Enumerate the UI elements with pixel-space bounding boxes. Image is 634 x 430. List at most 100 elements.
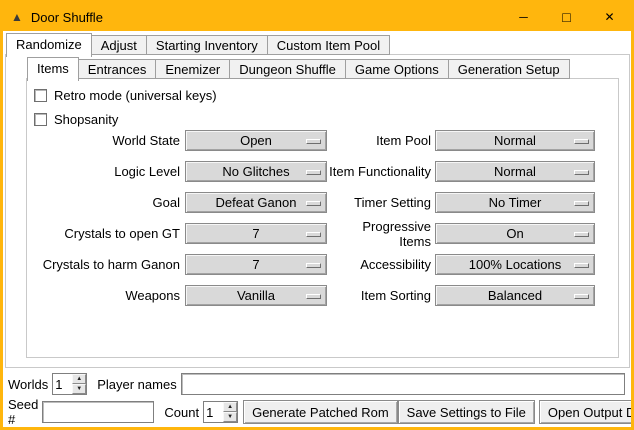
accessibility-dropdown[interactable]: 100% Locations [435, 254, 595, 275]
progressive-items-dropdown[interactable]: On [435, 223, 595, 244]
tab-entrances[interactable]: Entrances [79, 59, 157, 79]
option-row: Weapons Vanilla Item Sorting Balanced [3, 285, 631, 306]
spin-up-button[interactable]: ▲ [72, 374, 86, 384]
option-row: Crystals to harm Ganon 7 Accessibility 1… [3, 254, 631, 275]
item-sorting-value: Balanced [488, 288, 542, 303]
spin-down-icon: ▼ [76, 386, 82, 392]
outer-tab-bar: Randomize Adjust Starting Inventory Cust… [6, 33, 390, 55]
tab-enemizer[interactable]: Enemizer [156, 59, 230, 79]
item-pool-label: Item Pool [327, 133, 431, 148]
minimize-button[interactable]: ─ [502, 3, 545, 31]
world-state-dropdown[interactable]: Open [185, 130, 327, 151]
crystals-harm-ganon-dropdown[interactable]: 7 [185, 254, 327, 275]
timer-setting-label: Timer Setting [327, 195, 431, 210]
progressive-items-value: On [506, 226, 523, 241]
weapons-dropdown[interactable]: Vanilla [185, 285, 327, 306]
option-row: Logic Level No Glitches Item Functionali… [3, 161, 631, 182]
dropdown-indicator-icon [306, 201, 321, 206]
crystals-open-gt-label: Crystals to open GT [3, 226, 180, 241]
item-pool-dropdown[interactable]: Normal [435, 130, 595, 151]
tab-adjust[interactable]: Adjust [92, 35, 147, 55]
accessibility-label: Accessibility [327, 257, 431, 272]
spin-up-icon: ▲ [227, 404, 233, 410]
crystals-harm-ganon-value: 7 [252, 257, 259, 272]
shopsanity-row: Shopsanity [34, 112, 118, 127]
logic-level-dropdown[interactable]: No Glitches [185, 161, 327, 182]
worlds-row: Worlds ▲ ▼ Player names [8, 373, 625, 395]
window-controls: ─ □ ✕ [502, 3, 631, 31]
app-icon: ▲ [11, 11, 23, 23]
worlds-input[interactable] [53, 374, 72, 394]
open-output-directory-button[interactable]: Open Output Directory [539, 400, 634, 424]
option-row: World State Open Item Pool Normal [3, 130, 631, 151]
option-row: Crystals to open GT 7 Progressive Items … [3, 223, 631, 244]
spin-up-button[interactable]: ▲ [223, 402, 237, 412]
crystals-open-gt-dropdown[interactable]: 7 [185, 223, 327, 244]
save-settings-button[interactable]: Save Settings to File [398, 400, 535, 424]
close-button[interactable]: ✕ [588, 3, 631, 31]
dropdown-indicator-icon [306, 170, 321, 175]
tab-game-options[interactable]: Game Options [346, 59, 449, 79]
tab-generation-setup[interactable]: Generation Setup [449, 59, 570, 79]
spin-down-icon: ▼ [227, 414, 233, 420]
count-spin-buttons: ▲ ▼ [223, 402, 237, 422]
seed-label: Seed # [8, 397, 38, 427]
item-functionality-value: Normal [494, 164, 536, 179]
tab-randomize[interactable]: Randomize [6, 33, 92, 57]
progressive-items-label: Progressive Items [327, 219, 431, 249]
tab-dungeon-shuffle[interactable]: Dungeon Shuffle [230, 59, 346, 79]
shopsanity-label[interactable]: Shopsanity [54, 112, 118, 127]
inner-tab-bar: Items Entrances Enemizer Dungeon Shuffle… [27, 57, 570, 79]
dropdown-indicator-icon [574, 294, 589, 299]
retro-mode-row: Retro mode (universal keys) [34, 88, 217, 103]
worlds-label: Worlds [8, 377, 48, 392]
world-state-value: Open [240, 133, 272, 148]
dropdown-indicator-icon [574, 201, 589, 206]
worlds-spinner[interactable]: ▲ ▼ [52, 373, 87, 395]
maximize-button[interactable]: □ [545, 3, 588, 31]
player-names-label: Player names [97, 377, 176, 392]
dropdown-indicator-icon [306, 263, 321, 268]
accessibility-value: 100% Locations [469, 257, 562, 272]
goal-value: Defeat Ganon [216, 195, 297, 210]
dropdown-indicator-icon [306, 294, 321, 299]
spin-up-icon: ▲ [76, 376, 82, 382]
options-grid: World State Open Item Pool Normal Logic … [3, 130, 631, 316]
count-input[interactable] [204, 402, 223, 422]
spin-down-button[interactable]: ▼ [223, 412, 237, 422]
logic-level-value: No Glitches [222, 164, 289, 179]
logic-level-label: Logic Level [3, 164, 180, 179]
crystals-open-gt-value: 7 [252, 226, 259, 241]
worlds-spin-buttons: ▲ ▼ [72, 374, 86, 394]
count-label: Count [164, 405, 199, 420]
tab-starting-inventory[interactable]: Starting Inventory [147, 35, 268, 55]
titlebar[interactable]: ▲ Door Shuffle ─ □ ✕ [3, 3, 631, 31]
item-pool-value: Normal [494, 133, 536, 148]
item-sorting-dropdown[interactable]: Balanced [435, 285, 595, 306]
item-functionality-dropdown[interactable]: Normal [435, 161, 595, 182]
actions-row: Seed # Count ▲ ▼ Generate Patched Rom Sa… [8, 400, 625, 424]
retro-mode-checkbox[interactable] [34, 89, 47, 102]
shopsanity-checkbox[interactable] [34, 113, 47, 126]
dropdown-indicator-icon [574, 263, 589, 268]
item-functionality-label: Item Functionality [327, 164, 431, 179]
app-window: ▲ Door Shuffle ─ □ ✕ Randomize Adjust St… [0, 0, 634, 430]
goal-label: Goal [3, 195, 180, 210]
tab-items[interactable]: Items [27, 57, 79, 81]
weapons-label: Weapons [3, 288, 180, 303]
retro-mode-label[interactable]: Retro mode (universal keys) [54, 88, 217, 103]
world-state-label: World State [3, 133, 180, 148]
generate-patched-rom-button[interactable]: Generate Patched Rom [243, 400, 398, 424]
item-sorting-label: Item Sorting [327, 288, 431, 303]
dropdown-indicator-icon [306, 232, 321, 237]
window-title: Door Shuffle [31, 10, 103, 25]
player-names-input[interactable] [181, 373, 625, 395]
seed-input[interactable] [42, 401, 154, 423]
timer-setting-dropdown[interactable]: No Timer [435, 192, 595, 213]
goal-dropdown[interactable]: Defeat Ganon [185, 192, 327, 213]
dropdown-indicator-icon [574, 139, 589, 144]
weapons-value: Vanilla [237, 288, 275, 303]
tab-custom-item-pool[interactable]: Custom Item Pool [268, 35, 390, 55]
count-spinner[interactable]: ▲ ▼ [203, 401, 238, 423]
spin-down-button[interactable]: ▼ [72, 384, 86, 394]
